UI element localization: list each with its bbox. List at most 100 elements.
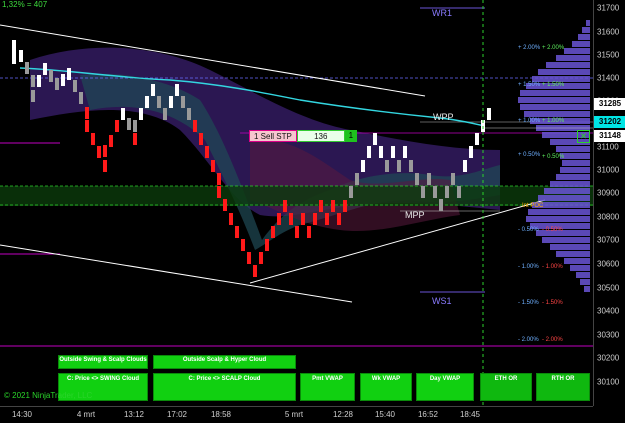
renko-brick [487,108,491,120]
renko-brick [211,160,215,172]
renko-brick [421,186,425,198]
renko-brick [475,133,479,145]
order-price-tag: 31148 [594,130,625,142]
outside-scalp-hyper-cloud-button[interactable]: Outside Scalp & Hyper Cloud [153,355,296,369]
mpp-label: MPP [405,210,425,220]
renko-brick [12,52,16,64]
renko-brick [139,108,143,120]
renko-brick [403,146,407,158]
price-label: 31000 [597,165,620,175]
order-quantity[interactable]: 136 [296,130,345,142]
renko-brick [103,145,107,157]
last-price-tag: 31285 [594,98,625,110]
pct-right-1: + 2.00% [542,45,565,51]
renko-brick [319,200,323,212]
time-label: 13:12 [123,410,145,419]
price-label: 30800 [597,212,620,222]
volume-profile-bar [520,90,590,96]
renko-brick [295,226,299,238]
price-axis[interactable]: 31700 31600 31500 31400 31300 31200 3110… [593,0,625,406]
order-count[interactable]: 1 [344,130,357,142]
time-axis[interactable]: 14:30 4 mrt 13:12 17:02 18:58 5 mrt 12:2… [0,406,593,423]
renko-brick [121,108,125,120]
rth-or-button[interactable]: RTH OR [536,373,590,401]
volume-profile-bar [528,209,590,215]
price-scalp-cloud-button[interactable]: C: Price <> SCALP Cloud [153,373,296,401]
time-label: 18:45 [459,410,481,419]
renko-brick [187,108,191,120]
price-label: 30100 [597,377,620,387]
pct-left-3: + 0.50% [518,152,541,158]
renko-brick [469,146,473,158]
volume-profile-bar [524,111,590,117]
renko-brick [181,96,185,108]
volume-profile-bar [556,55,590,61]
pct-left-6: - 1.50% [518,300,539,306]
ws1-label: WS1 [432,296,452,306]
price-label: 30700 [597,235,620,245]
renko-brick [397,160,401,172]
price-label: 30400 [597,306,620,316]
renko-brick [259,252,263,264]
copyright-text: © 2021 NinjaTrader, LLC [4,391,93,400]
renko-brick [379,146,383,158]
renko-brick [103,160,107,172]
renko-brick [445,186,449,198]
poc-label: Int POC [522,203,544,209]
volume-profile-bar [586,20,590,26]
time-label: 17:02 [166,410,188,419]
pct-right-8: - 2.00% [542,337,563,343]
renko-brick [12,40,16,52]
vwap-price-tag: 31202 [594,116,625,128]
order-cancel-icon[interactable]: ✕ [577,130,590,143]
volume-profile-bar [538,69,590,75]
volume-profile-bar [518,97,590,103]
time-label: 14:30 [11,410,33,419]
renko-brick [337,213,341,225]
pmt-vwap-button[interactable]: Pmt VWAP [300,373,355,401]
price-label: 31600 [597,27,620,37]
volume-profile-bar [560,167,590,173]
volume-profile-bar [526,216,590,222]
renko-brick [241,239,245,251]
renko-brick [79,92,83,104]
renko-brick [361,160,365,172]
renko-brick [331,200,335,212]
renko-brick [205,146,209,158]
pct-right-6: - 1.00% [542,264,563,270]
time-label: 5 mrt [284,410,304,419]
eth-or-button[interactable]: ETH OR [480,373,532,401]
time-label: 16:52 [417,410,439,419]
renko-brick [163,108,167,120]
volume-profile-bar [584,286,590,292]
change-readout: 1,32% = 407 [2,0,48,9]
volume-profile-bar [564,48,590,54]
price-label: 30600 [597,259,620,269]
renko-brick [169,96,173,108]
volume-profile-bar [562,160,590,166]
day-vwap-button[interactable]: Day VWAP [416,373,474,401]
renko-brick [409,160,413,172]
order-line[interactable]: 1 Sell STP 136 1 [249,130,357,142]
renko-brick [85,107,89,119]
renko-brick [49,70,53,82]
volume-profile-bar [542,237,590,243]
volume-profile-bar [556,174,590,180]
renko-brick [31,75,35,87]
renko-brick [349,186,353,198]
renko-brick [247,252,251,264]
volume-profile-bar [550,244,590,250]
wk-vwap-button[interactable]: Wk VWAP [360,373,412,401]
volume-profile-bar [578,34,590,40]
renko-brick [91,133,95,145]
renko-brick [37,75,41,87]
sell-stop-order-label[interactable]: 1 Sell STP [249,130,297,142]
price-chart[interactable] [0,0,593,406]
pct-right-3: + 1.00% [542,118,565,124]
pct-left-7: - 2.00% [518,337,539,343]
outside-swing-scalp-clouds-button[interactable]: Outside Swing & Scalp Clouds [58,355,148,369]
renko-brick [127,118,131,130]
volume-profile-bar [582,27,590,33]
renko-brick [391,146,395,158]
pct-left-1: + 1.50% [518,82,541,88]
